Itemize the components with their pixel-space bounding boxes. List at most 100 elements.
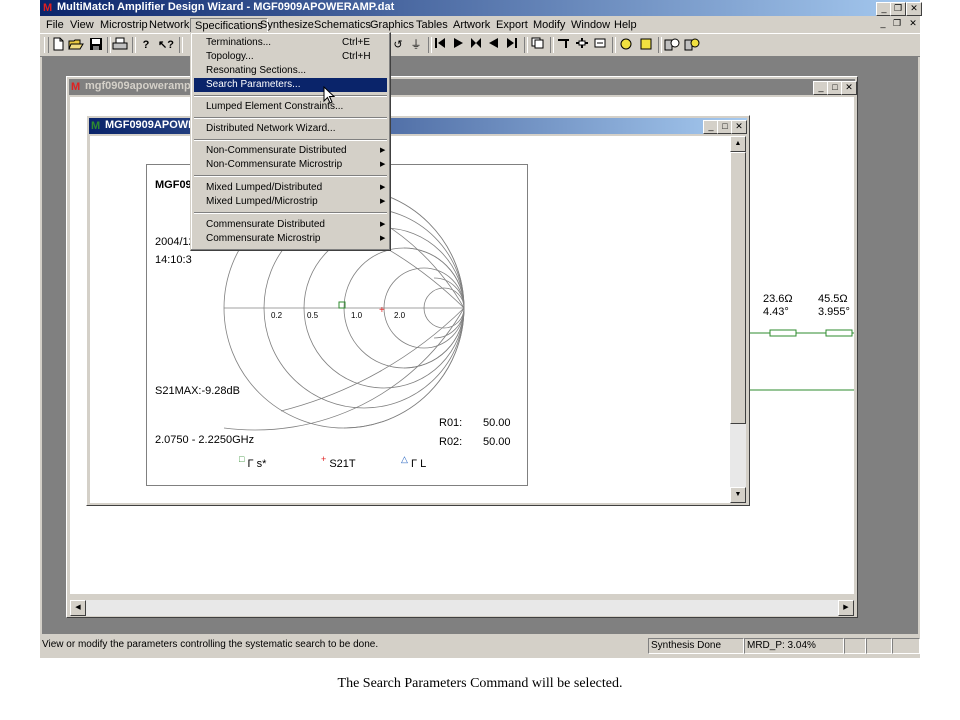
menu-microstrip[interactable]: Microstrip bbox=[96, 18, 152, 32]
copy-icon[interactable] bbox=[530, 37, 546, 53]
legend-gamma-s: □ Γ s* bbox=[239, 454, 267, 470]
start-bracket-icon[interactable] bbox=[432, 37, 448, 53]
legend-symbol: △ bbox=[401, 454, 408, 464]
app-titlebar[interactable]: M MultiMatch Amplifier Design Wizard - M… bbox=[40, 0, 922, 16]
context-help-icon[interactable]: ↖? bbox=[158, 37, 174, 53]
mdi-close-icon[interactable]: ✕ bbox=[906, 18, 920, 30]
print-icon[interactable] bbox=[112, 37, 128, 53]
toolbar-separator bbox=[179, 37, 183, 53]
legend-gamma-l: △ Γ L bbox=[401, 454, 426, 470]
app-window: M MultiMatch Amplifier Design Wizard - M… bbox=[40, 0, 922, 658]
mdi-minimize-icon[interactable]: _ bbox=[876, 18, 890, 30]
cross-icon[interactable] bbox=[574, 37, 590, 53]
status-synthesis: Synthesis Done bbox=[648, 638, 744, 654]
s21t-marker: + bbox=[379, 305, 385, 316]
menu-network[interactable]: Network bbox=[145, 18, 193, 32]
axis-label: 1.0 bbox=[351, 311, 363, 320]
circle-icon[interactable] bbox=[618, 37, 634, 53]
menu-item-search-parameters[interactable]: Search Parameters... bbox=[194, 78, 387, 92]
status-mrd: MRD_P: 3.04% bbox=[744, 638, 844, 654]
status-message: View or modify the parameters controllin… bbox=[42, 639, 379, 650]
r01-label: R01: bbox=[439, 417, 463, 429]
new-file-icon[interactable] bbox=[50, 37, 66, 53]
legend-label: Γ s* bbox=[247, 458, 267, 470]
menu-item-terminations[interactable]: Terminations... Ctrl+E bbox=[194, 36, 387, 50]
menu-export[interactable]: Export bbox=[492, 18, 532, 32]
scroll-up-icon[interactable]: ▲ bbox=[730, 136, 746, 152]
menu-item-commensurate-distributed[interactable]: Commensurate Distributed ▶ bbox=[194, 218, 387, 232]
mdi-restore-icon[interactable]: ❐ bbox=[890, 18, 904, 30]
end-bracket-icon[interactable] bbox=[504, 37, 520, 53]
app-title: MultiMatch Amplifier Design Wizard - MGF… bbox=[57, 1, 395, 13]
bowtie-icon[interactable] bbox=[468, 37, 484, 53]
r02-label: R02: bbox=[439, 436, 463, 448]
r02-value: 50.00 bbox=[483, 436, 511, 448]
submenu-arrow-icon: ▶ bbox=[380, 184, 386, 191]
menu-item-commensurate-microstrip[interactable]: Commensurate Microstrip ▶ bbox=[194, 232, 387, 246]
menu-item-lumped-element-constraints[interactable]: Lumped Element Constraints... bbox=[194, 100, 387, 114]
play-left-icon[interactable] bbox=[486, 37, 502, 53]
toolbar: ? ↖? ↺ ⏚ bbox=[40, 33, 920, 57]
menu-tables[interactable]: Tables bbox=[412, 18, 452, 32]
menu-item-topology[interactable]: Topology... Ctrl+H bbox=[194, 50, 387, 64]
menu-item-resonating-sections[interactable]: Resonating Sections... bbox=[194, 64, 387, 78]
document-window-back-titlebar[interactable]: M mgf0909apoweramp.dat _ □ ✕ bbox=[69, 79, 857, 95]
mdi-workspace: M mgf0909apoweramp.dat _ □ ✕ 23.6Ω 4.43°… bbox=[42, 56, 918, 634]
box-icon[interactable] bbox=[592, 37, 608, 53]
document-window-front[interactable]: M MGF0909APOWERAMP.dat _ □ ✕ MGF090 2004… bbox=[86, 115, 750, 506]
close-icon[interactable]: ✕ bbox=[841, 81, 857, 95]
toolbar-separator bbox=[550, 37, 554, 53]
horizontal-scrollbar[interactable]: ◀ ▶ bbox=[70, 600, 854, 616]
rotate-icon[interactable]: ↺ bbox=[390, 37, 406, 53]
menu-help[interactable]: Help bbox=[610, 18, 641, 32]
menu-item-mixed-lumped-microstrip[interactable]: Mixed Lumped/Microstrip ▶ bbox=[194, 195, 387, 209]
schematic-element-2[interactable]: 45.5Ω 3.955° bbox=[818, 293, 850, 319]
statusbar: View or modify the parameters controllin… bbox=[40, 637, 920, 655]
mouse-cursor-icon bbox=[323, 86, 336, 104]
smith-chart-view: MGF090 2004/12 14:10:3 + 0.2 0.5 1.0 2.0… bbox=[90, 136, 730, 503]
scroll-down-icon[interactable]: ▼ bbox=[730, 487, 746, 503]
zoom-in-icon[interactable] bbox=[664, 37, 680, 53]
menu-synthesize[interactable]: Synthesize bbox=[256, 18, 318, 32]
menu-separator bbox=[194, 212, 387, 214]
doc-icon: M bbox=[91, 120, 101, 132]
menu-item-non-commensurate-distributed[interactable]: Non-Commensurate Distributed ▶ bbox=[194, 144, 387, 158]
submenu-arrow-icon: ▶ bbox=[380, 221, 386, 228]
toolbar-grip bbox=[44, 37, 49, 53]
play-right-icon[interactable] bbox=[450, 37, 466, 53]
frequency-range: 2.0750 - 2.2250GHz bbox=[155, 434, 255, 446]
help-icon[interactable]: ? bbox=[138, 37, 154, 53]
menu-artwork[interactable]: Artwork bbox=[449, 18, 494, 32]
menu-view[interactable]: View bbox=[66, 18, 98, 32]
menu-file[interactable]: File bbox=[42, 18, 68, 32]
vertical-scrollbar[interactable]: ▲ ▼ bbox=[730, 136, 746, 503]
menu-item-non-commensurate-microstrip[interactable]: Non-Commensurate Microstrip ▶ bbox=[194, 158, 387, 172]
restore-icon[interactable]: ❐ bbox=[890, 2, 906, 16]
menu-separator bbox=[194, 95, 387, 97]
legend-s21t: + S21T bbox=[321, 454, 356, 470]
ground-icon[interactable]: ⏚ bbox=[408, 37, 424, 53]
close-icon[interactable]: ✕ bbox=[731, 120, 747, 134]
tee-icon[interactable] bbox=[556, 37, 572, 53]
open-folder-icon[interactable] bbox=[68, 37, 84, 53]
close-icon[interactable]: ✕ bbox=[906, 2, 922, 16]
status-pane-empty bbox=[892, 638, 920, 654]
square-icon[interactable] bbox=[638, 37, 654, 53]
save-disk-icon[interactable] bbox=[88, 37, 104, 53]
menu-separator bbox=[194, 139, 387, 141]
scroll-right-icon[interactable]: ▶ bbox=[838, 600, 854, 616]
menu-modify[interactable]: Modify bbox=[529, 18, 569, 32]
scroll-thumb[interactable] bbox=[730, 152, 746, 424]
s21max-text: S21MAX:-9.28dB bbox=[155, 385, 240, 397]
submenu-arrow-icon: ▶ bbox=[380, 161, 386, 168]
menu-item-distributed-network-wizard[interactable]: Distributed Network Wizard... bbox=[194, 122, 387, 136]
toolbar-separator bbox=[132, 37, 136, 53]
zoom-out-icon[interactable] bbox=[684, 37, 700, 53]
document-window-front-titlebar[interactable]: M MGF0909APOWERAMP.dat _ □ ✕ bbox=[89, 118, 747, 134]
menu-item-mixed-lumped-distributed[interactable]: Mixed Lumped/Distributed ▶ bbox=[194, 181, 387, 195]
scroll-left-icon[interactable]: ◀ bbox=[70, 600, 86, 616]
document-window-back[interactable]: M mgf0909apoweramp.dat _ □ ✕ 23.6Ω 4.43°… bbox=[66, 76, 858, 618]
menu-window[interactable]: Window bbox=[567, 18, 614, 32]
menu-graphics[interactable]: Graphics bbox=[366, 18, 418, 32]
schematic-element-1[interactable]: 23.6Ω 4.43° bbox=[763, 293, 793, 319]
